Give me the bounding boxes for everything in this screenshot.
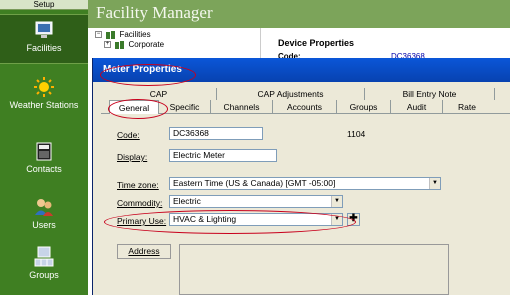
commodity-select[interactable]: Electric ▼ [169, 195, 343, 208]
tab-specific[interactable]: Specific [159, 100, 211, 114]
general-form: Code: DC36368 1104 Display: Electric Met… [101, 118, 510, 295]
primary-use-label: Primary Use: [117, 216, 167, 226]
sidebar: Setup Facilities Weather Stations Contac… [0, 0, 88, 295]
code-input[interactable]: DC36368 [169, 127, 263, 140]
tab-rate[interactable]: Rate [443, 100, 491, 114]
chevron-down-icon[interactable]: ▼ [331, 214, 342, 225]
device-properties-title: Device Properties [278, 38, 355, 48]
contacts-book-icon [36, 142, 52, 161]
plus-icon: ✚ [349, 213, 358, 224]
users-icon [35, 199, 53, 216]
sidebar-item-weather-stations[interactable]: Weather Stations [0, 76, 88, 128]
sidebar-item-groups[interactable]: Groups [0, 246, 88, 290]
sidebar-setup-header[interactable]: Setup [0, 0, 88, 10]
tab-accounts[interactable]: Accounts [273, 100, 337, 114]
sidebar-item-contacts[interactable]: Contacts [0, 140, 88, 184]
commodity-selected-value: Electric [173, 196, 201, 206]
sidebar-item-label: Facilities [26, 43, 62, 53]
dialog-titlebar[interactable]: Meter Properties [93, 58, 510, 82]
building-icon [106, 30, 116, 39]
display-label: Display: [117, 152, 148, 162]
tab-strip: CAP CAP Adjustments Bill Entry Note Gene… [101, 88, 510, 118]
expand-icon[interactable]: + [104, 41, 111, 49]
tab-cap-adjustments[interactable]: CAP Adjustments [217, 88, 365, 100]
primary-use-selected-value: HVAC & Lighting [173, 214, 237, 224]
tab-row-bottom: General Specific Channels Accounts Group… [101, 100, 510, 114]
timezone-select[interactable]: Eastern Time (US & Canada) [GMT -05:00] … [169, 177, 441, 190]
dialog-title: Meter Properties [103, 64, 182, 75]
tab-groups[interactable]: Groups [337, 100, 391, 114]
collapse-icon[interactable]: − [95, 31, 102, 39]
primary-use-select[interactable]: HVAC & Lighting ▼ [169, 213, 343, 226]
chevron-down-icon[interactable]: ▼ [331, 196, 342, 207]
facilities-icon [35, 21, 53, 38]
sidebar-item-label: Groups [29, 270, 59, 280]
tab-audit[interactable]: Audit [391, 100, 443, 114]
tree-item-corporate[interactable]: + Corporate [95, 40, 164, 50]
commodity-label: Commodity: [117, 198, 163, 208]
facility-tree: − Facilities + Corporate [95, 30, 164, 50]
app-header: Facility Manager [88, 0, 510, 28]
display-input[interactable]: Electric Meter [169, 149, 277, 162]
add-primary-use-button[interactable]: ✚ [347, 213, 360, 226]
sidebar-item-users[interactable]: Users [0, 196, 88, 236]
sidebar-item-label: Users [32, 220, 56, 230]
tab-channels[interactable]: Channels [211, 100, 273, 114]
code-number: 1104 [347, 129, 366, 139]
chevron-down-icon[interactable]: ▼ [429, 178, 440, 189]
tab-row-top: CAP CAP Adjustments Bill Entry Note [101, 88, 510, 100]
app-title: Facility Manager [96, 3, 213, 22]
sun-icon [34, 77, 54, 97]
tab-bill-entry-note[interactable]: Bill Entry Note [365, 88, 495, 100]
address-button[interactable]: Address [117, 244, 171, 259]
sidebar-item-facilities[interactable]: Facilities [0, 14, 88, 64]
tab-cap[interactable]: CAP [101, 88, 217, 100]
tab-general[interactable]: General [109, 100, 159, 114]
meter-properties-dialog: Meter Properties CAP CAP Adjustments Bil… [92, 58, 510, 295]
timezone-selected-value: Eastern Time (US & Canada) [GMT -05:00] [173, 178, 336, 188]
code-label: Code: [117, 130, 140, 140]
timezone-label: Time zone: [117, 180, 159, 190]
sidebar-item-label: Contacts [26, 164, 62, 174]
sidebar-item-label: Weather Stations [9, 100, 79, 110]
building-icon [115, 40, 125, 49]
tree-item-facilities[interactable]: − Facilities [95, 30, 164, 40]
address-display-box [179, 244, 449, 295]
groups-icon [34, 246, 54, 267]
